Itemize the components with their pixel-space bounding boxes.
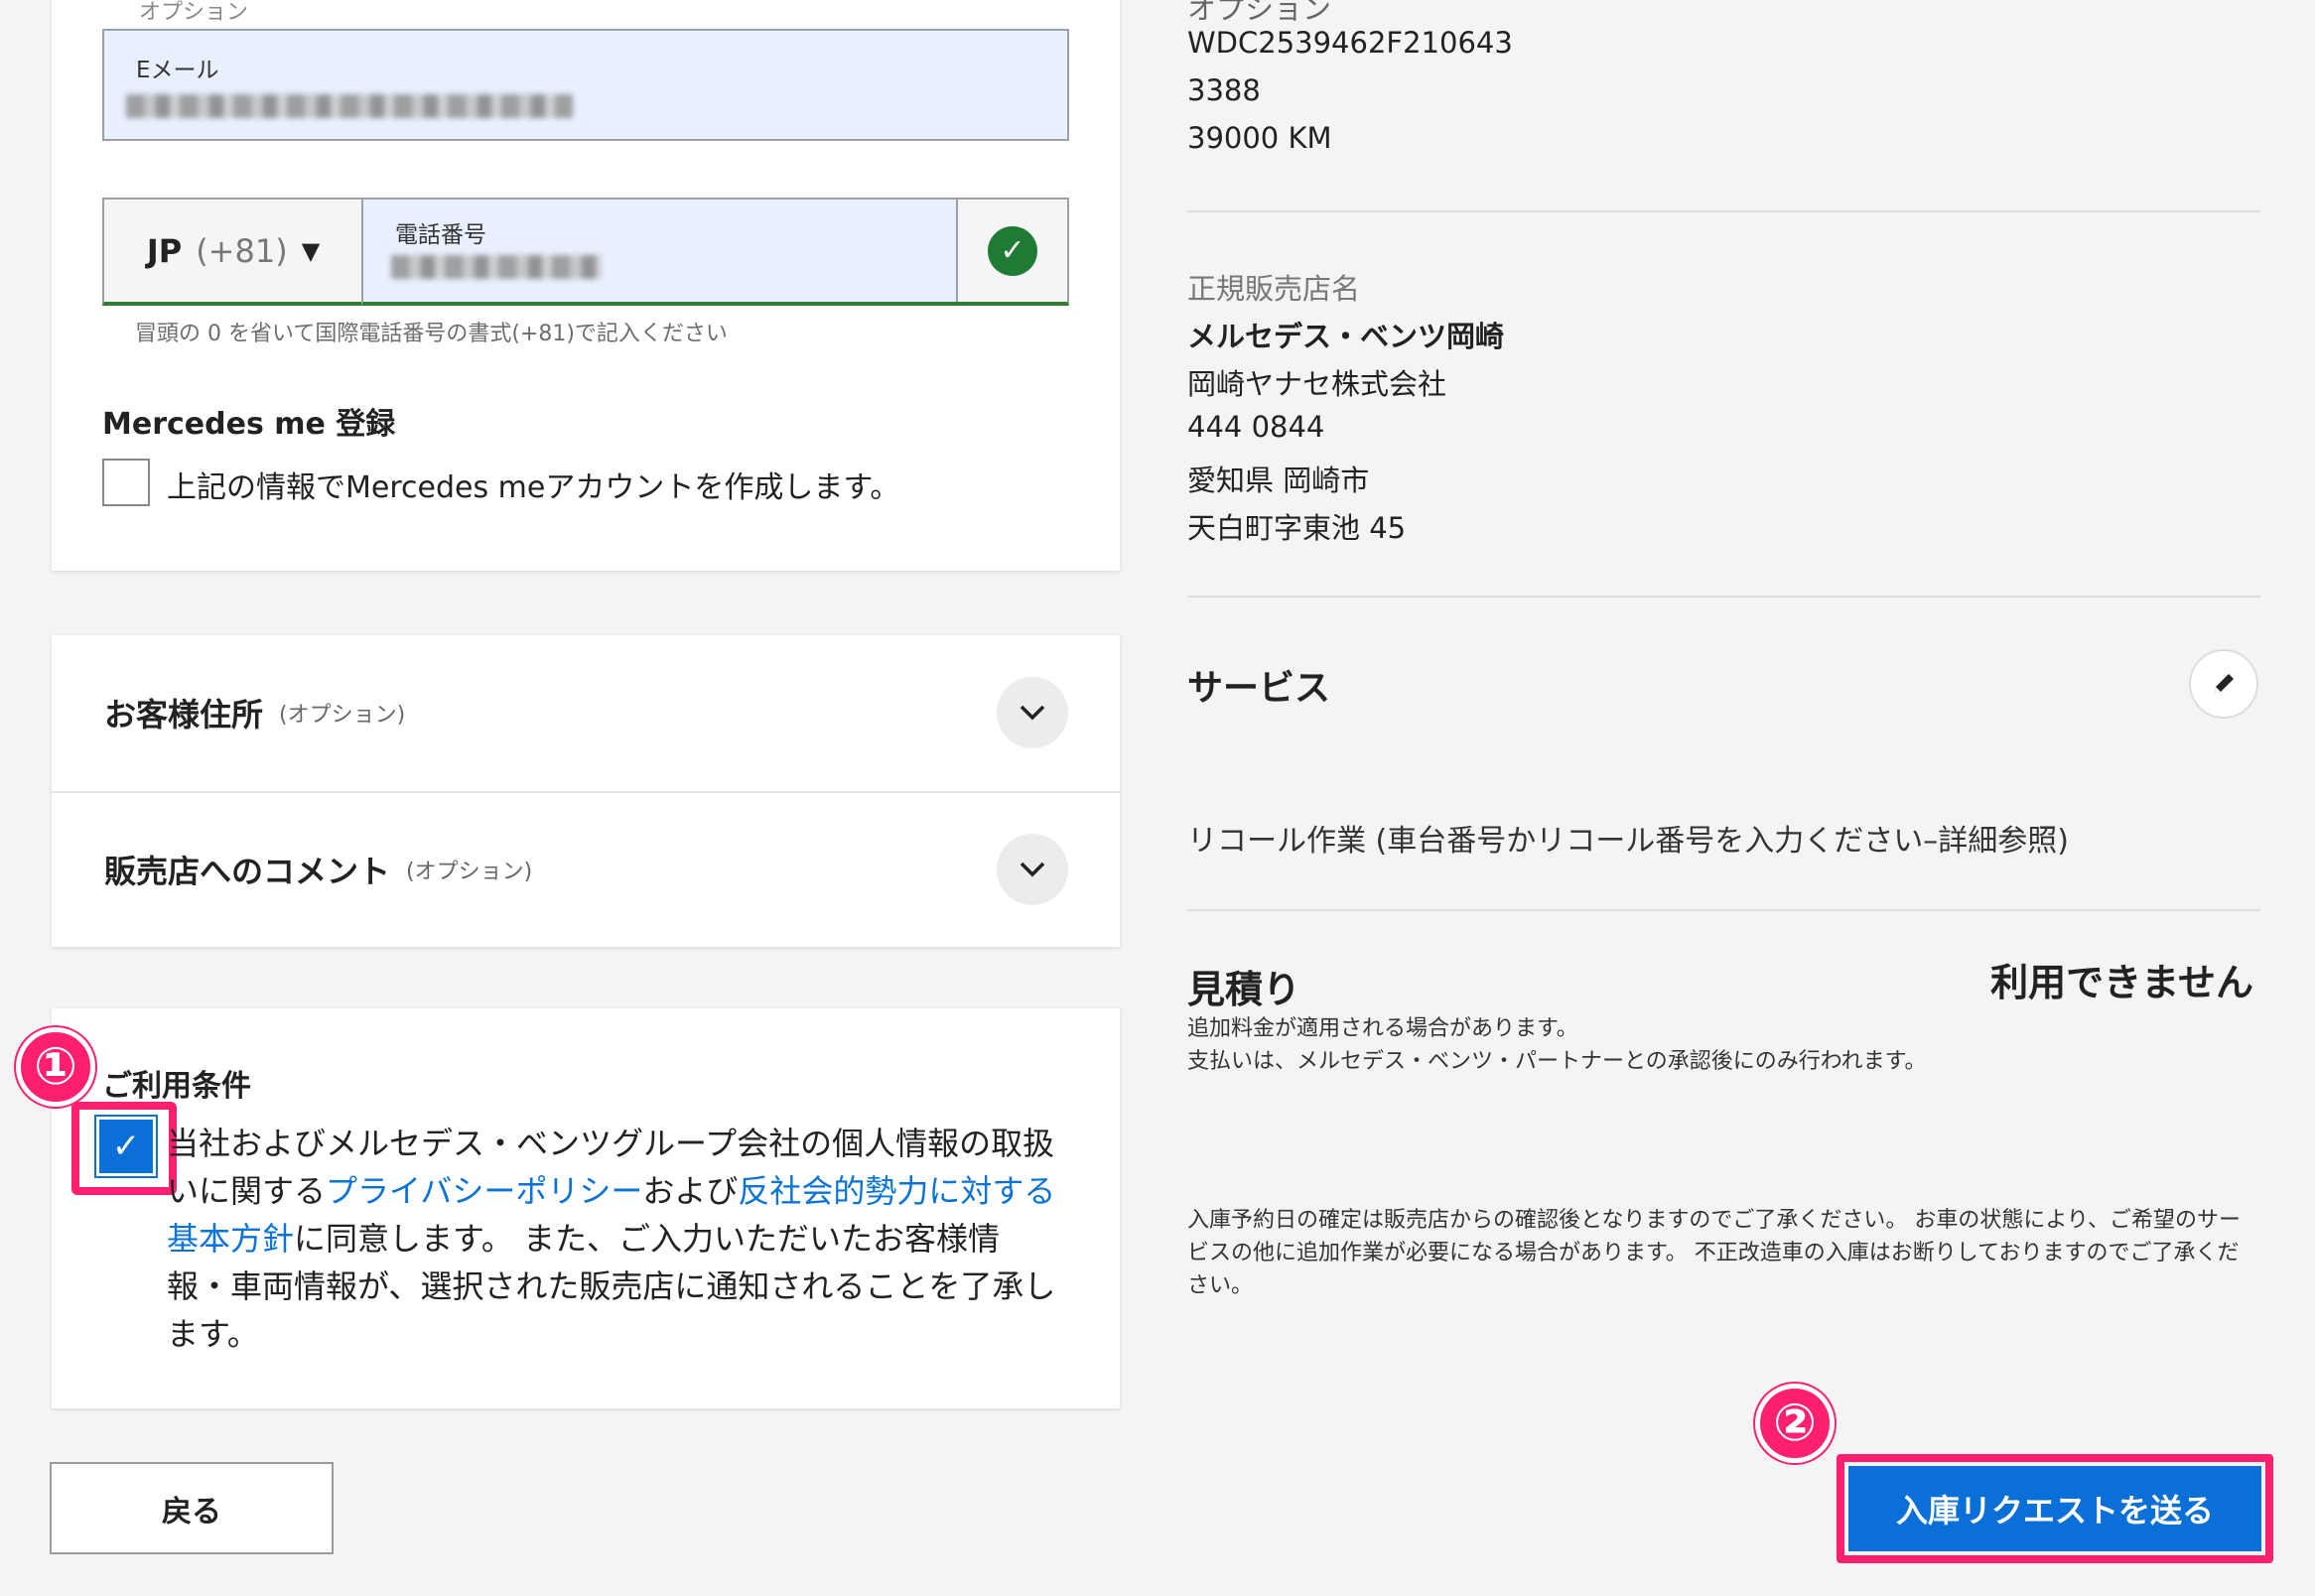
privacy-policy-link[interactable]: プライバシーポリシー bbox=[326, 1172, 642, 1210]
back-button[interactable]: 戻る bbox=[50, 1462, 334, 1554]
mercedes-me-title: Mercedes me 登録 bbox=[102, 407, 396, 442]
email-value-redacted bbox=[126, 94, 573, 118]
dealer-company: 岡崎ヤナセ株式会社 bbox=[1187, 367, 1447, 401]
option-label: オプション bbox=[139, 0, 249, 25]
terms-text: 当社およびメルセデス・ベンツグループ会社の個人情報の取扱いに関するプライバシーポ… bbox=[167, 1120, 1060, 1358]
accordion-address-optional: (オプション) bbox=[279, 702, 406, 728]
dealer-city: 愛知県 岡崎市 bbox=[1187, 464, 1370, 497]
annotation-highlight-1 bbox=[71, 1102, 177, 1195]
divider bbox=[1187, 909, 2260, 911]
phone-field[interactable]: 電話番号 ✓ bbox=[361, 198, 1069, 306]
phone-hint: 冒頭の 0 を省いて国際電話番号の書式(+81)で記入ください bbox=[135, 322, 728, 346]
vehicle-option-label: オプション bbox=[1187, 0, 1332, 26]
edit-pencil-icon[interactable] bbox=[2189, 649, 2258, 719]
annotation-badge-1: ① bbox=[16, 1027, 95, 1107]
check-circle-icon: ✓ bbox=[988, 225, 1037, 276]
accordion-card: お客様住所 (オプション) 販売店へのコメント (オプション) bbox=[52, 635, 1120, 947]
dealer-street: 天白町字東池 45 bbox=[1187, 511, 1407, 545]
estimate-note-2: 支払いは、メルセデス・ベンツ・パートナーとの承認後にのみ行われます。 bbox=[1187, 1049, 1927, 1074]
chevron-down-icon[interactable] bbox=[997, 833, 1068, 905]
vehicle-vin: WDC2539462F210643 bbox=[1187, 26, 1513, 60]
phone-value-redacted bbox=[391, 255, 602, 279]
terms-text-2: および bbox=[642, 1172, 739, 1210]
accordion-address[interactable]: お客様住所 (オプション) bbox=[52, 635, 1120, 789]
dealer-postal: 444 0844 bbox=[1187, 410, 1325, 444]
accordion-comment-optional: (オプション) bbox=[406, 859, 533, 884]
accordion-comment[interactable]: 販売店へのコメント (オプション) bbox=[52, 791, 1120, 945]
accordion-comment-title: 販売店へのコメント bbox=[104, 852, 391, 890]
vehicle-number: 3388 bbox=[1187, 73, 1261, 107]
vehicle-mileage: 39000 KM bbox=[1187, 121, 1332, 155]
disclaimer: 入庫予約日の確定は販売店からの確認後となりますのでご了承ください。 お車の状態に… bbox=[1187, 1208, 2242, 1298]
dial-code: (+81) bbox=[196, 231, 288, 270]
terms-text-3: に同意します。 また、ご入力いただいたお客様情報・車両情報が、選択された販売店に… bbox=[167, 1220, 1056, 1353]
terms-title: ご利用条件 bbox=[102, 1069, 251, 1104]
caret-down-icon: ▼ bbox=[301, 236, 321, 265]
valid-check-container: ✓ bbox=[956, 200, 1067, 302]
dealer-label: 正規販売店名 bbox=[1187, 272, 1361, 306]
phone-label: 電話番号 bbox=[395, 222, 486, 248]
service-title: サービス bbox=[1187, 668, 1331, 709]
chevron-down-icon[interactable] bbox=[997, 676, 1068, 748]
annotation-badge-2: ② bbox=[1755, 1384, 1835, 1463]
mercedes-me-label: 上記の情報でMercedes meアカウントを作成します。 bbox=[167, 470, 900, 505]
accordion-address-title: お客様住所 bbox=[104, 695, 264, 733]
email-label: Eメール bbox=[136, 58, 219, 83]
submit-request-button[interactable]: 入庫リクエストを送る bbox=[1848, 1466, 2261, 1551]
country-code: JP bbox=[146, 231, 183, 270]
estimate-value: 利用できません bbox=[1990, 961, 2253, 1004]
email-field[interactable]: Eメール bbox=[102, 29, 1069, 141]
country-code-select[interactable]: JP (+81) ▼ bbox=[102, 198, 362, 306]
estimate-note-1: 追加料金が適用される場合があります。 bbox=[1187, 1016, 1578, 1041]
divider bbox=[1187, 210, 2260, 212]
mercedes-me-checkbox[interactable] bbox=[102, 459, 150, 506]
divider bbox=[1187, 596, 2260, 598]
estimate-title: 見積り bbox=[1187, 968, 1301, 1011]
dealer-name: メルセデス・ベンツ岡崎 bbox=[1187, 320, 1505, 353]
service-item: リコール作業 (車台番号かリコール番号を入力ください–詳細参照) bbox=[1187, 824, 2069, 859]
annotation-highlight-2: 入庫リクエストを送る bbox=[1837, 1454, 2273, 1563]
